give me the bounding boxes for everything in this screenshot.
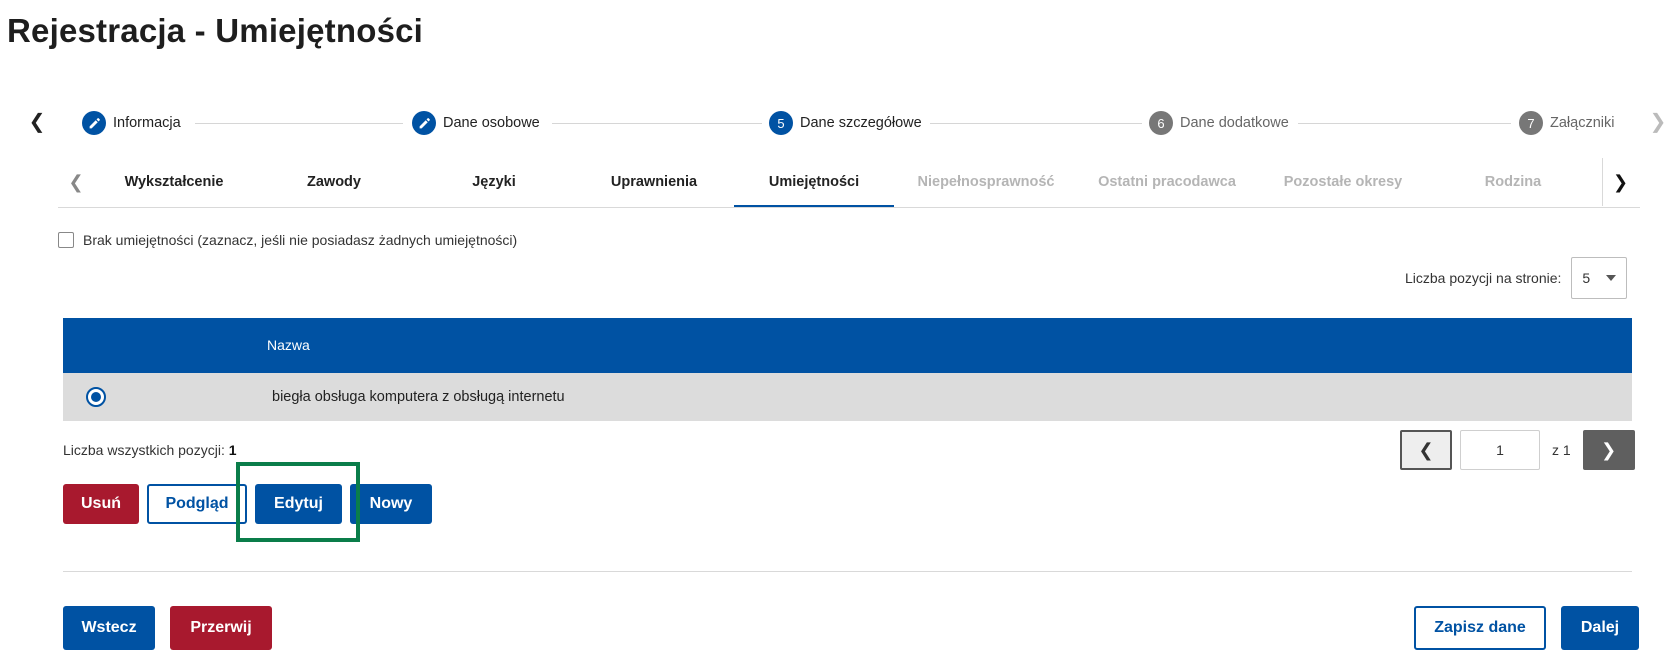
- pencil-icon: [412, 111, 436, 135]
- pager-of-label: z 1: [1552, 442, 1571, 458]
- step-connector: [195, 123, 403, 124]
- column-header-nazwa[interactable]: Nazwa: [267, 318, 310, 373]
- step-number: 6: [1149, 111, 1173, 135]
- divider: [63, 571, 1632, 572]
- pencil-icon: [82, 111, 106, 135]
- total-value: 1: [228, 442, 237, 458]
- page-size-label: Liczba pozycji na stronie:: [1405, 270, 1562, 286]
- step-label: Dane dodatkowe: [1180, 115, 1289, 131]
- pager-page-input[interactable]: 1: [1460, 430, 1540, 470]
- step-connector: [552, 123, 762, 124]
- tab-uprawnienia[interactable]: Uprawnienia: [574, 158, 734, 207]
- abort-button[interactable]: Przerwij: [170, 606, 272, 650]
- step-dane-dodatkowe[interactable]: 6 Dane dodatkowe: [1149, 111, 1289, 135]
- step-label: Dane szczegółowe: [800, 115, 922, 131]
- step-number: 7: [1519, 111, 1543, 135]
- tab-niepelnosprawnosc: Niepełnosprawność: [917, 174, 1055, 190]
- pager-next-button[interactable]: ❯: [1582, 430, 1635, 470]
- step-label: Dane osobowe: [443, 115, 540, 131]
- table-row[interactable]: biegła obsługa komputera z obsługą inter…: [63, 373, 1632, 421]
- no-skills-checkbox[interactable]: [58, 232, 74, 248]
- edit-button-highlight: [236, 462, 360, 542]
- caret-down-icon: [1606, 275, 1617, 281]
- step-zalaczniki[interactable]: 7 Załączniki: [1519, 111, 1614, 135]
- tab-rodzina: Rodzina: [1484, 174, 1542, 190]
- cell-nazwa: biegła obsługa komputera z obsługą inter…: [272, 389, 565, 405]
- stepper-prev-arrow-icon[interactable]: ❮: [27, 110, 47, 134]
- page-size-select[interactable]: 5: [1571, 257, 1628, 299]
- tab-wyksztalcenie[interactable]: Wykształcenie: [94, 158, 254, 207]
- next-button[interactable]: Dalej: [1561, 606, 1639, 650]
- step-informacja[interactable]: Informacja: [82, 111, 181, 135]
- total-count: Liczba wszystkich pozycji: 1: [63, 442, 237, 458]
- row-select-radio[interactable]: [86, 387, 106, 407]
- page-size-control: Liczba pozycji na stronie: 5: [1405, 257, 1628, 299]
- new-button[interactable]: Nowy: [350, 484, 432, 524]
- step-connector: [930, 123, 1142, 124]
- save-data-button[interactable]: Zapisz dane: [1414, 606, 1546, 650]
- tab-pozostale-okresy: Pozostałe okresy: [1283, 174, 1403, 190]
- tab-zawody[interactable]: Zawody: [254, 158, 414, 207]
- tab-ostatni-pracodawca: Ostatni pracodawca: [1098, 174, 1236, 190]
- registration-stepper: ❮ Informacja Dane osobowe 5 Dane szczegó…: [0, 100, 1678, 146]
- step-dane-szczegolowe[interactable]: 5 Dane szczegółowe: [769, 111, 922, 135]
- skills-table: Nazwa biegła obsługa komputera z obsługą…: [63, 318, 1632, 421]
- back-button[interactable]: Wstecz: [63, 606, 155, 650]
- section-tabs: ❮ Wykształcenie Zawody Języki Uprawnieni…: [58, 158, 1640, 208]
- preview-button[interactable]: Podgląd: [147, 484, 247, 524]
- step-connector: [1298, 123, 1511, 124]
- tabs-prev-arrow-icon[interactable]: ❮: [58, 158, 94, 206]
- pager-prev-button[interactable]: ❮: [1400, 430, 1452, 470]
- tab-jezyki[interactable]: Języki: [414, 158, 574, 207]
- tabs-next-arrow-icon[interactable]: ❯: [1602, 158, 1638, 206]
- no-skills-checkbox-row[interactable]: Brak umiejętności (zaznacz, jeśli nie po…: [58, 232, 517, 248]
- stepper-next-arrow-icon[interactable]: ❯: [1648, 110, 1668, 134]
- step-dane-osobowe[interactable]: Dane osobowe: [412, 111, 540, 135]
- step-number: 5: [769, 111, 793, 135]
- step-label: Załączniki: [1550, 115, 1615, 131]
- page-size-value: 5: [1582, 270, 1591, 286]
- delete-button[interactable]: Usuń: [63, 484, 139, 524]
- pagination: ❮ 1 z 1 ❯: [1400, 430, 1635, 470]
- table-header: Nazwa: [63, 318, 1632, 373]
- no-skills-label: Brak umiejętności (zaznacz, jeśli nie po…: [83, 232, 518, 248]
- page-title: Rejestracja - Umiejętności: [7, 12, 424, 49]
- tab-umiejetnosci[interactable]: Umiejętności: [734, 158, 894, 207]
- total-label: Liczba wszystkich pozycji:: [63, 442, 225, 458]
- step-label: Informacja: [113, 115, 181, 131]
